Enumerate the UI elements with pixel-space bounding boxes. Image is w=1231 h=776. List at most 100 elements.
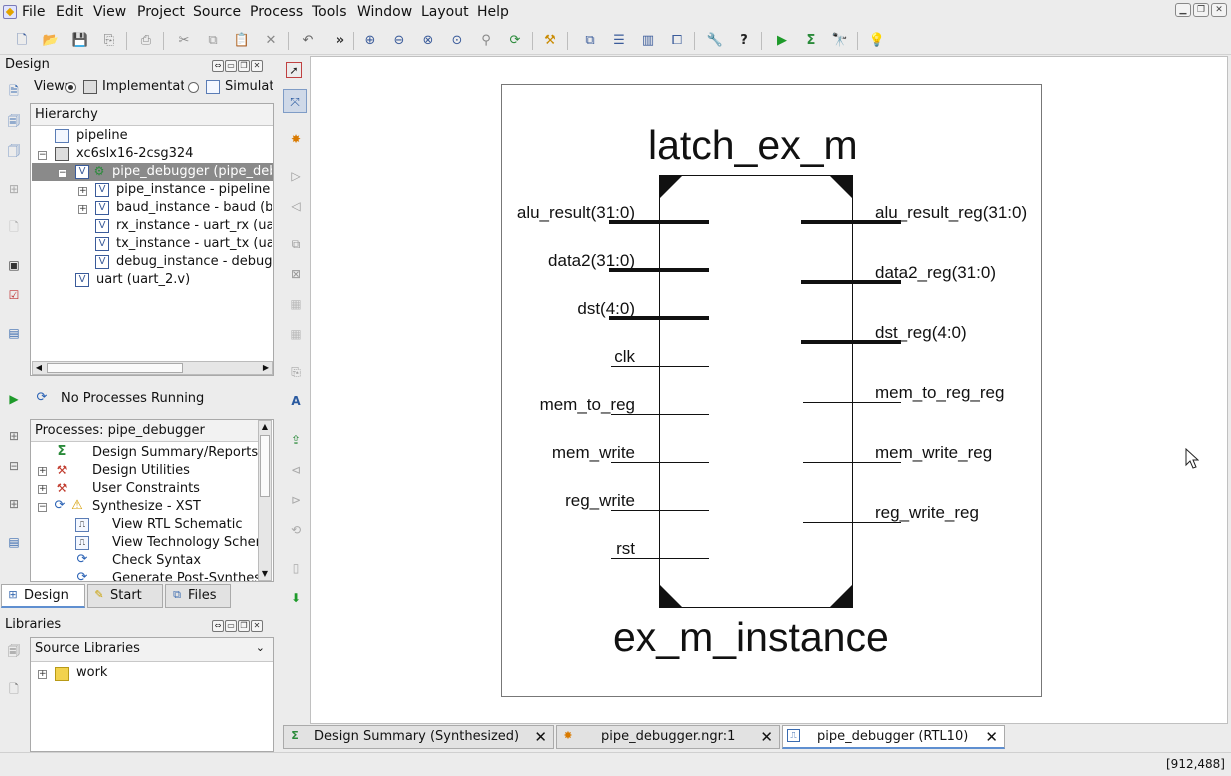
refresh-icon[interactable]: ⟳ xyxy=(506,32,524,50)
pop-out-icon[interactable]: ⊠ xyxy=(288,266,304,282)
save-icon[interactable]: 💾 xyxy=(71,32,89,50)
menu-layout[interactable]: Layout xyxy=(421,4,469,20)
zoom-fit-icon[interactable]: ⊗ xyxy=(419,32,437,50)
paste-icon[interactable]: 📋 xyxy=(233,32,251,50)
implementation-label[interactable]: Implementation xyxy=(102,79,184,94)
wrench-icon[interactable]: 🔧 xyxy=(706,32,724,50)
delete-icon[interactable]: ✕ xyxy=(262,32,280,50)
tile-vertical-icon[interactable]: ▥ xyxy=(639,32,657,50)
menu-file[interactable]: File xyxy=(22,4,45,20)
analyzer-scope-icon[interactable]: 🔭 xyxy=(831,32,849,50)
tab-files[interactable]: ⧉ Files xyxy=(165,584,231,608)
tree-item-uart[interactable]: uart (uart_2.v) xyxy=(96,271,190,289)
add-text-icon[interactable]: A xyxy=(288,393,304,409)
menu-window[interactable]: Window xyxy=(357,4,412,20)
menu-view[interactable]: View xyxy=(93,4,126,20)
print-icon[interactable]: ⎙ xyxy=(137,32,155,50)
panel-maximize-icon[interactable]: ❐ xyxy=(238,620,250,632)
process-view-technology-schematic[interactable]: View Technology Schematic xyxy=(112,534,258,552)
add-instance-icon[interactable]: ✸ xyxy=(288,131,304,147)
implementation-radio[interactable] xyxy=(65,82,76,93)
process-table-icon[interactable]: ▤ xyxy=(6,534,22,550)
pin-wire[interactable] xyxy=(611,414,709,415)
undo-icon[interactable]: ↶ xyxy=(299,32,317,50)
scrollbar-thumb[interactable] xyxy=(260,435,270,497)
simulation-radio[interactable] xyxy=(188,82,199,93)
expand-toggle-icon[interactable]: + xyxy=(38,670,47,679)
process-design-utilities[interactable]: Design Utilities xyxy=(92,462,190,480)
add-copy-source-icon[interactable]: 🗐 xyxy=(6,113,22,129)
pin-wire[interactable] xyxy=(611,558,709,559)
new-file-icon[interactable]: 🗋 xyxy=(13,32,31,50)
source-libraries-dropdown[interactable]: Source Libraries ⌄ xyxy=(31,638,273,662)
menu-help[interactable]: Help xyxy=(477,4,509,20)
push-into-icon[interactable]: ⧉ xyxy=(288,236,304,252)
select-arrow-icon[interactable]: ➚ xyxy=(286,62,302,78)
expand-toggle-icon[interactable]: + xyxy=(38,467,47,476)
pin-wire[interactable] xyxy=(611,462,709,463)
scroll-down-icon[interactable]: ▼ xyxy=(259,568,271,580)
source-properties-icon[interactable]: 🗋 xyxy=(6,219,22,235)
schematic-canvas[interactable]: latch_ex_m alu_result(31:0) data2(31:0) … xyxy=(310,56,1228,724)
hierarchy-horizontal-scrollbar[interactable]: ◀ ▶ xyxy=(32,361,273,375)
run-process-icon[interactable]: ▶ xyxy=(6,391,22,407)
zoom-selection-icon[interactable]: ⊙ xyxy=(448,32,466,50)
tab-rtl10[interactable]: ⎍ pipe_debugger (RTL10) ✕ xyxy=(782,725,1005,749)
open-folder-icon[interactable]: 📂 xyxy=(42,32,60,50)
tree-item-rx-instance[interactable]: rx_instance - uart_rx (uart_rx.v) xyxy=(116,217,272,235)
run-icon[interactable]: ▶ xyxy=(773,32,791,50)
close-icon[interactable]: ✕ xyxy=(1211,3,1227,17)
process-hierarchy-icon[interactable]: ⊟ xyxy=(6,458,22,474)
tile-horizontal-icon[interactable]: ☰ xyxy=(610,32,628,50)
library-add-icon[interactable]: 🗐 xyxy=(6,643,22,659)
process-check-syntax[interactable]: Check Syntax xyxy=(112,552,201,570)
panel-close-icon[interactable]: ✕ xyxy=(251,620,263,632)
context-help-icon[interactable]: ? xyxy=(735,32,753,50)
new-source-icon[interactable]: 🗍 xyxy=(6,143,22,159)
processes-vertical-scrollbar[interactable]: ▲ ▼ xyxy=(258,420,272,581)
collapse-toggle-icon[interactable]: − xyxy=(58,169,67,178)
sheet-icon[interactable]: ⎘ xyxy=(288,364,304,380)
pin-bus-wire[interactable] xyxy=(609,268,709,272)
forward-icon[interactable]: ⊳ xyxy=(288,492,304,508)
copy-icon[interactable]: ⧉ xyxy=(204,32,222,50)
library-props-icon[interactable]: 🗋 xyxy=(6,681,22,697)
panel-minimize-icon[interactable]: ▭ xyxy=(225,60,237,72)
tab-design[interactable]: ⊞ Design xyxy=(1,584,85,608)
tab-start[interactable]: ✎ Start xyxy=(87,584,163,608)
table-icon[interactable]: ▤ xyxy=(6,325,22,341)
cascade-windows-icon[interactable]: ⧉ xyxy=(581,32,599,50)
navigate-up-icon[interactable]: ⇪ xyxy=(288,432,304,448)
tab-ngr[interactable]: ✸ pipe_debugger.ngr:1 ✕ xyxy=(556,725,780,749)
zoom-out-icon[interactable]: ⊖ xyxy=(390,32,408,50)
chip-icon[interactable]: ▣ xyxy=(6,257,22,273)
process-synthesize-xst[interactable]: Synthesize - XST xyxy=(92,498,201,516)
menu-edit[interactable]: Edit xyxy=(56,4,83,20)
panel-close-icon[interactable]: ✕ xyxy=(251,60,263,72)
tree-item-device[interactable]: xc6slx16-2csg324 xyxy=(76,145,193,163)
lightbulb-icon[interactable]: 💡 xyxy=(868,32,886,50)
process-design-summary[interactable]: Design Summary/Reports xyxy=(92,444,258,462)
zoom-in-icon[interactable]: ⊕ xyxy=(361,32,379,50)
zoom-area-icon[interactable]: ⚲ xyxy=(477,32,495,50)
history-icon[interactable]: ⟲ xyxy=(288,522,304,538)
panel-float-icon[interactable]: ⇔ xyxy=(212,60,224,72)
tree-item-pipe-instance[interactable]: pipe_instance - pipeline (pipeline.v) xyxy=(116,181,272,199)
pin-wire[interactable] xyxy=(611,510,709,511)
process-tree-icon[interactable]: ⊞ xyxy=(6,496,22,512)
menu-tools[interactable]: Tools xyxy=(312,4,347,20)
hammer-icon[interactable]: ⚒ xyxy=(541,32,559,50)
scrollbar-thumb[interactable] xyxy=(47,363,183,373)
minimize-icon[interactable]: ▁ xyxy=(1175,3,1191,17)
process-props-icon[interactable]: ⊞ xyxy=(6,428,22,444)
tree-item-baud-instance[interactable]: baud_instance - baud (baud.v) xyxy=(116,199,272,217)
tree-item-pipe-debugger[interactable]: pipe_debugger (pipe_debugger.v) xyxy=(112,163,272,181)
close-tab-icon[interactable]: ✕ xyxy=(985,726,998,748)
scroll-up-icon[interactable]: ▲ xyxy=(259,421,271,433)
marquee-icon[interactable]: ▦ xyxy=(288,326,304,342)
add-wire-icon[interactable]: ⤧ xyxy=(283,89,307,113)
process-user-constraints[interactable]: User Constraints xyxy=(92,480,200,498)
grid-icon[interactable]: ▦ xyxy=(288,296,304,312)
simulation-label[interactable]: Simulation xyxy=(225,79,273,94)
expand-toggle-icon[interactable]: + xyxy=(78,187,87,196)
